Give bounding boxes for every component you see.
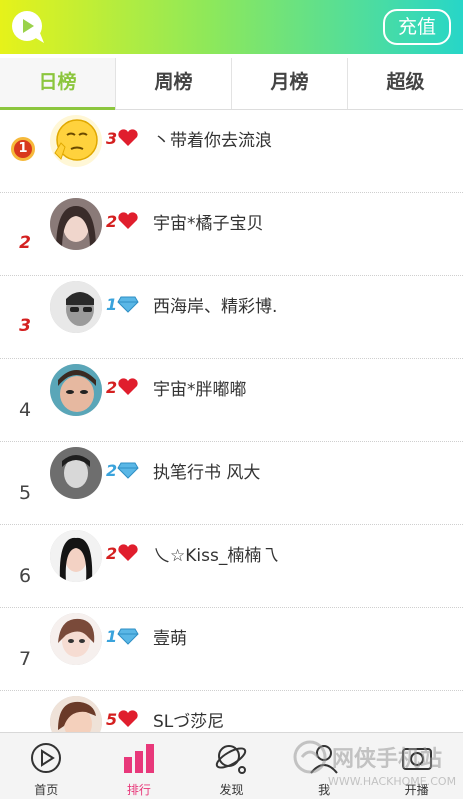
rank-number: 5 (18, 482, 32, 504)
user-level: 3 (106, 128, 139, 148)
watermark-title: 网侠手机站 (332, 747, 443, 772)
user-avatar[interactable] (50, 447, 102, 499)
level-number: 3 (106, 128, 118, 148)
watermark-url: WWW.HACKHOME.COM (328, 775, 457, 788)
user-avatar[interactable] (50, 281, 102, 333)
tab-daily[interactable]: 日榜 (0, 58, 116, 110)
ranking-row[interactable]: 2 2 宇宙*橘子宝贝 (0, 193, 463, 276)
diamond-icon (117, 462, 139, 479)
user-avatar[interactable] (50, 696, 102, 732)
nav-label: 发现 (219, 783, 244, 797)
user-name: 乀☆Kiss_楠楠乁 (153, 546, 279, 566)
user-name: 宇宙*橘子宝贝 (153, 214, 264, 234)
tab-monthly[interactable]: 月榜 (232, 58, 348, 109)
rank-number: 6 (18, 565, 32, 587)
user-level: 2 (106, 460, 139, 480)
tab-super[interactable]: 超级 (348, 58, 463, 109)
app-logo-icon[interactable] (10, 9, 46, 45)
level-number: 2 (106, 460, 118, 480)
user-avatar[interactable] (50, 613, 102, 665)
ranking-row[interactable]: 8 5 SLづ莎尼 (0, 691, 463, 732)
user-avatar[interactable] (50, 530, 102, 582)
level-number: 2 (106, 211, 118, 231)
nav-discover[interactable]: 发现 (185, 733, 278, 799)
app-header: 充值 (0, 0, 463, 54)
watermark: 网侠手机站 WWW.HACKHOME.COM (290, 735, 460, 795)
ranking-row[interactable]: 5 2 执笔行书 风大 (0, 442, 463, 525)
ranking-list: 1 3 丶带着你去流浪 2 2 宇宙*橘子宝贝 3 1 西海岸、精彩博. 4 2… (0, 110, 463, 732)
user-level: 1 (106, 626, 139, 646)
heart-icon (118, 212, 138, 229)
user-name: 丶带着你去流浪 (153, 131, 272, 151)
watermark-logo-icon (293, 740, 327, 774)
ranking-row[interactable]: 6 2 乀☆Kiss_楠楠乁 (0, 525, 463, 608)
heart-icon (118, 378, 138, 395)
user-name: 宇宙*胖嘟嘟 (153, 380, 247, 400)
rank-number: 2 (19, 233, 31, 253)
ranking-tabs: 日榜 周榜 月榜 超级 (0, 58, 463, 110)
user-level: 2 (106, 377, 139, 397)
user-level: 2 (106, 211, 139, 231)
diamond-icon (117, 296, 139, 313)
user-level: 1 (106, 294, 139, 314)
user-name: 执笔行书 风大 (153, 463, 261, 483)
rank-number: 4 (18, 399, 32, 421)
bar-chart-icon (123, 744, 154, 773)
level-number: 1 (106, 626, 118, 646)
user-name: SLづ莎尼 (153, 712, 225, 732)
rank-badge: 1 (11, 137, 35, 161)
user-name: 西海岸、精彩博. (153, 297, 278, 317)
user-avatar[interactable] (50, 364, 102, 416)
user-level: 2 (106, 543, 139, 563)
rank-number: 3 (19, 316, 31, 336)
level-number: 2 (106, 543, 118, 563)
ranking-row[interactable]: 4 2 宇宙*胖嘟嘟 (0, 359, 463, 442)
ranking-row[interactable]: 1 3 丶带着你去流浪 (0, 110, 463, 193)
heart-icon (118, 544, 138, 561)
tab-weekly[interactable]: 周榜 (116, 58, 232, 109)
nav-ranking[interactable]: 排行 (93, 733, 186, 799)
nav-label: 首页 (34, 783, 59, 797)
user-avatar[interactable] (50, 115, 102, 167)
user-avatar[interactable] (50, 198, 102, 250)
level-number: 2 (106, 377, 118, 397)
user-level: 5 (106, 709, 139, 729)
ranking-row[interactable]: 7 1 壹萌 (0, 608, 463, 691)
ranking-row[interactable]: 3 1 西海岸、精彩博. (0, 276, 463, 359)
diamond-icon (117, 628, 139, 645)
heart-icon (118, 710, 138, 727)
rank-number: 7 (18, 648, 32, 670)
user-name: 壹萌 (153, 629, 187, 649)
nav-home[interactable]: 首页 (0, 733, 93, 799)
recharge-button[interactable]: 充值 (383, 9, 451, 45)
level-number: 1 (106, 294, 118, 314)
planet-icon (216, 745, 247, 774)
heart-icon (118, 129, 138, 146)
nav-label: 排行 (126, 783, 151, 797)
play-circle-icon (31, 743, 62, 773)
level-number: 5 (106, 709, 118, 729)
